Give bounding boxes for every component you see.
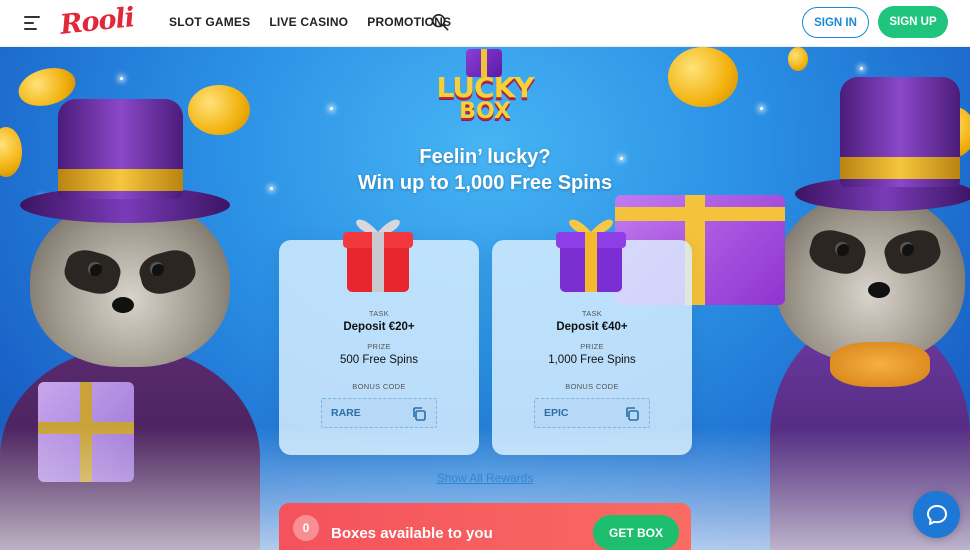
headline-line-1: Feelin’ lucky? [419,146,551,168]
bonus-code-label: BONUS CODE [352,382,406,391]
copy-icon[interactable] [411,406,427,422]
bonus-code-field[interactable]: EPIC [534,398,650,428]
prize-value: 1,000 Free Spins [548,354,636,366]
headline-line-2: Win up to 1,000 Free Spins [357,172,613,194]
task-value: Deposit €20+ [343,321,415,333]
gift-decoration [38,382,134,482]
search-icon[interactable] [431,13,449,31]
boxes-available-text: Boxes available to you [331,525,493,542]
copy-icon[interactable] [624,406,640,422]
raccoon-left-illustration [0,47,280,550]
main-nav: SLOT GAMES LIVE CASINO PROMOTIONS [169,15,451,29]
logo[interactable]: Rooli [59,2,136,41]
sign-in-button[interactable]: SIGN IN [802,7,869,38]
lucky-box-logo: LUCKY BOX [426,47,544,125]
bonus-code: RARE [331,407,361,419]
chat-button[interactable] [913,491,960,538]
hero-headline: Feelin’ lucky? Win up to 1,000 Free Spin… [300,144,670,196]
chat-icon [926,504,947,525]
task-label: TASK [368,309,390,318]
nav-slot-games[interactable]: SLOT GAMES [169,15,250,29]
prize-label: PRIZE [367,342,391,351]
nav-live-casino[interactable]: LIVE CASINO [269,15,348,29]
task-value: Deposit €40+ [556,321,628,333]
prize-value: 500 Free Spins [340,354,418,366]
top-header: Rooli SLOT GAMES LIVE CASINO PROMOTIONS … [0,0,970,47]
boxes-count-badge: 0 [293,515,319,541]
bonus-code-field[interactable]: RARE [321,398,437,428]
sign-up-button[interactable]: SIGN UP [878,6,948,38]
boxes-available-bar: 0 Boxes available to you GET BOX [279,503,691,550]
task-label: TASK [581,309,603,318]
purple-gift-icon [556,219,626,292]
red-gift-icon [343,219,413,292]
reward-card-rare: TASK Deposit €20+ PRIZE 500 Free Spins B… [279,219,479,455]
raccoon-right-illustration [615,47,970,550]
menu-icon[interactable] [24,16,40,30]
show-all-rewards-link[interactable]: Show All Rewards [400,471,570,485]
prize-label: PRIZE [580,342,604,351]
reward-card-epic: TASK Deposit €40+ PRIZE 1,000 Free Spins… [492,219,692,455]
get-box-button[interactable]: GET BOX [593,515,679,550]
bonus-code-label: BONUS CODE [565,382,619,391]
bonus-code: EPIC [544,407,569,419]
